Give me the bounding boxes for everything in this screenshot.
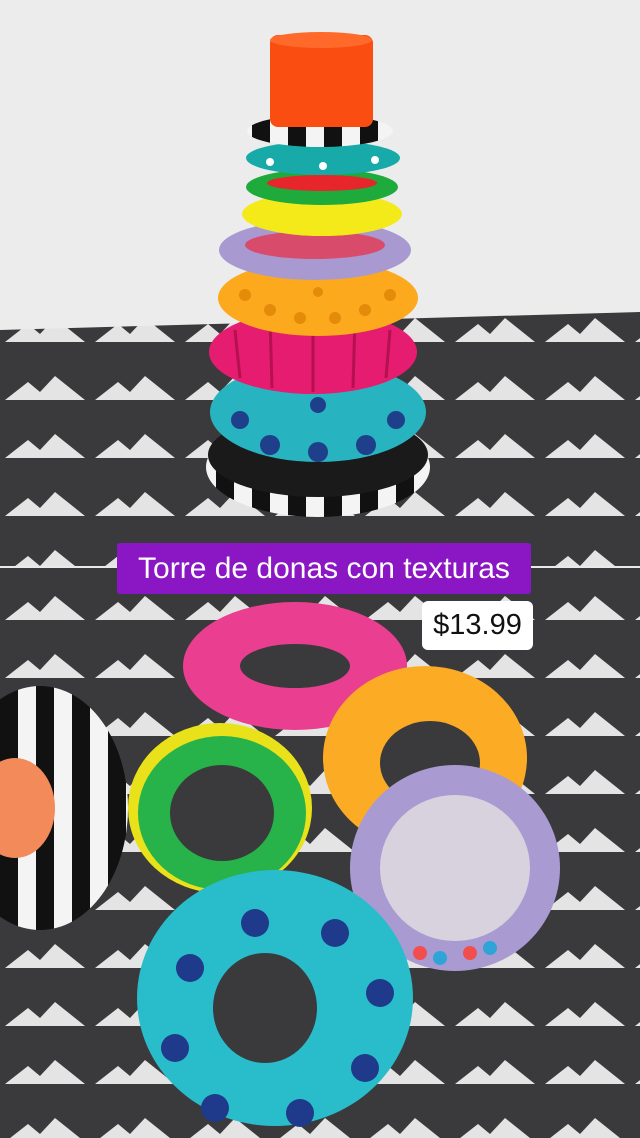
loose-rings-illustration bbox=[0, 568, 640, 1138]
tower-illustration bbox=[0, 0, 640, 568]
product-title-label: Torre de donas con texturas bbox=[117, 543, 531, 594]
photo-loose-rings bbox=[0, 568, 640, 1138]
orange-top-peg bbox=[270, 35, 373, 127]
photo-stacking-tower bbox=[0, 0, 640, 568]
price-label: $13.99 bbox=[422, 601, 533, 650]
